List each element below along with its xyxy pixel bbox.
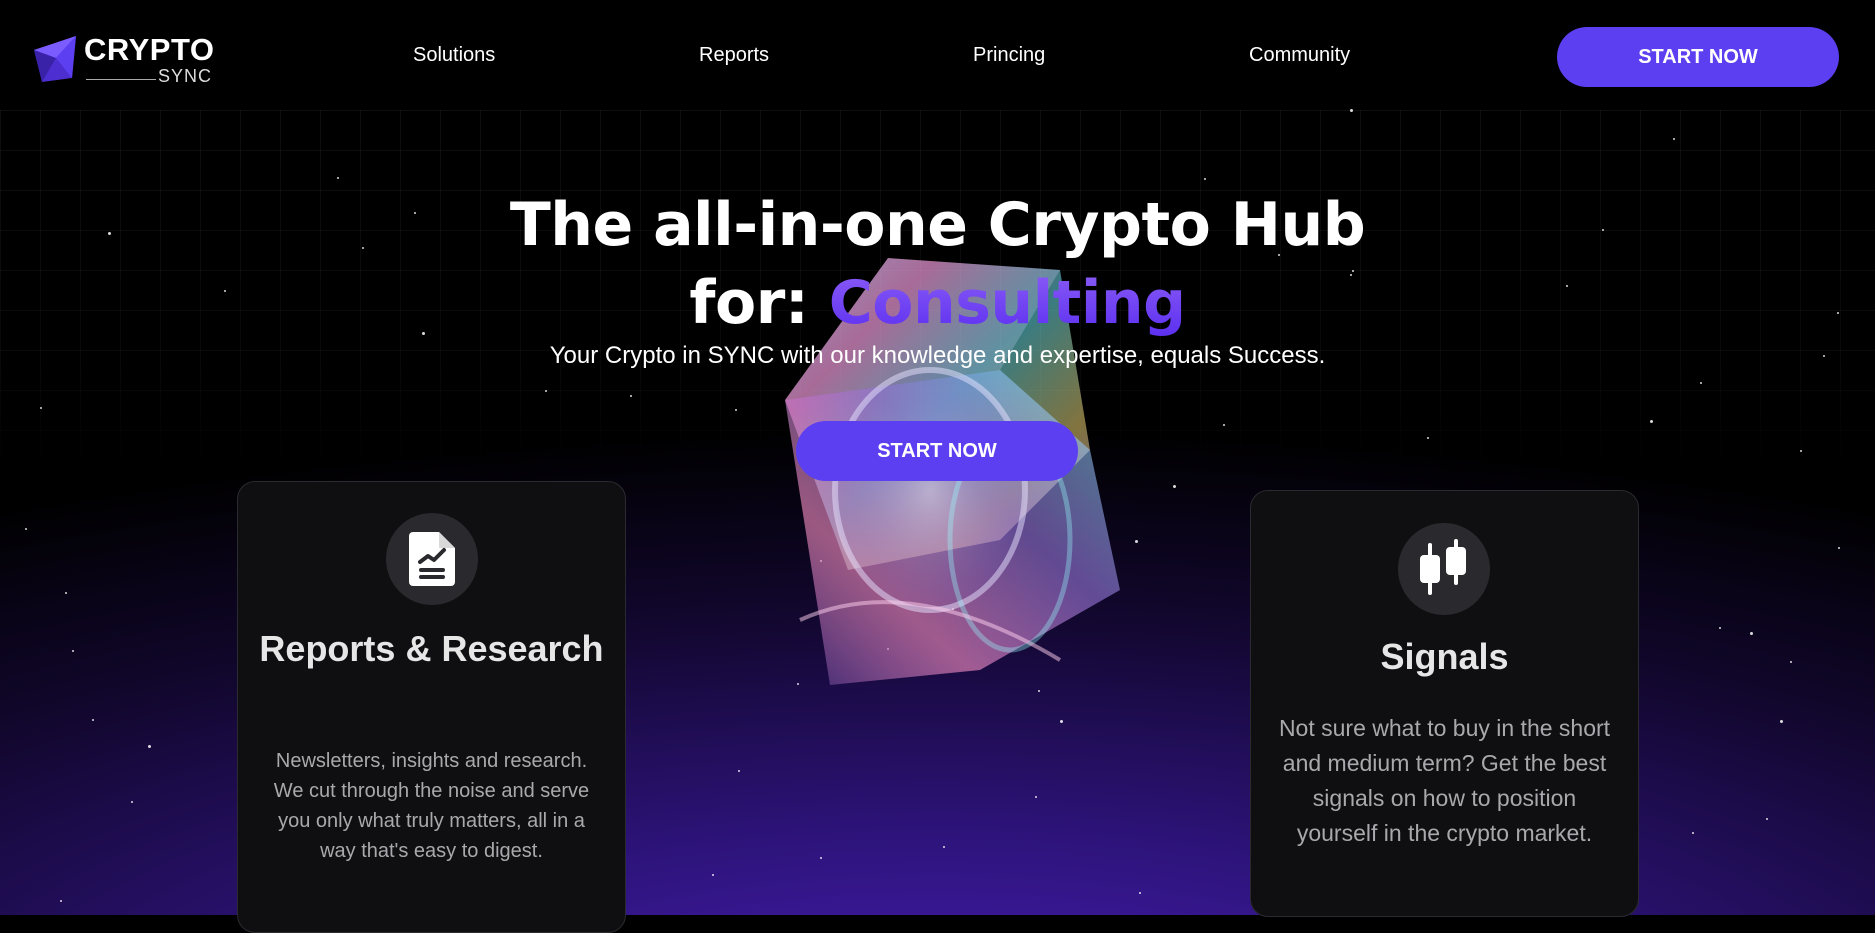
- brand-name-top: CRYPTO: [84, 32, 215, 67]
- nav-link-community[interactable]: Community: [1249, 44, 1350, 67]
- top-navigation: CRYPTO SYNC Solutions Reports Princing C…: [0, 0, 1875, 114]
- brand-name-bottom: SYNC: [158, 66, 213, 86]
- card-title: Reports & Research: [259, 628, 604, 669]
- hero-subtitle: Your Crypto in SYNC with our knowledge a…: [549, 342, 1326, 369]
- card-description: Newsletters, insights and research. We c…: [273, 750, 590, 862]
- card-description: Not sure what to buy in the short and me…: [1278, 715, 1611, 846]
- report-document-icon: [386, 513, 478, 605]
- headline-rotating-word: Consulting: [828, 268, 1186, 338]
- candlestick-chart-icon: [1398, 523, 1490, 615]
- nav-start-now-button[interactable]: START NOW: [1557, 27, 1839, 87]
- brand-divider: [86, 79, 156, 80]
- brand-logo[interactable]: CRYPTO SYNC: [34, 32, 224, 88]
- nav-link-pricing[interactable]: Princing: [973, 44, 1045, 67]
- prism-logo-icon: [34, 36, 76, 82]
- nav-link-solutions[interactable]: Solutions: [413, 44, 495, 67]
- headline-line1: The all-in-one Crypto Hub: [509, 190, 1366, 260]
- hero-headline: The all-in-one Crypto Hub for: Consultin…: [400, 186, 1475, 342]
- nav-link-reports[interactable]: Reports: [699, 44, 769, 67]
- headline-prefix: for:: [689, 268, 809, 338]
- card-title: Signals: [1380, 636, 1509, 677]
- reports-research-card[interactable]: Reports & Research Newsletters, insights…: [237, 481, 626, 933]
- signals-card[interactable]: Signals Not sure what to buy in the shor…: [1250, 490, 1639, 917]
- hero-start-now-button[interactable]: START NOW: [796, 421, 1078, 481]
